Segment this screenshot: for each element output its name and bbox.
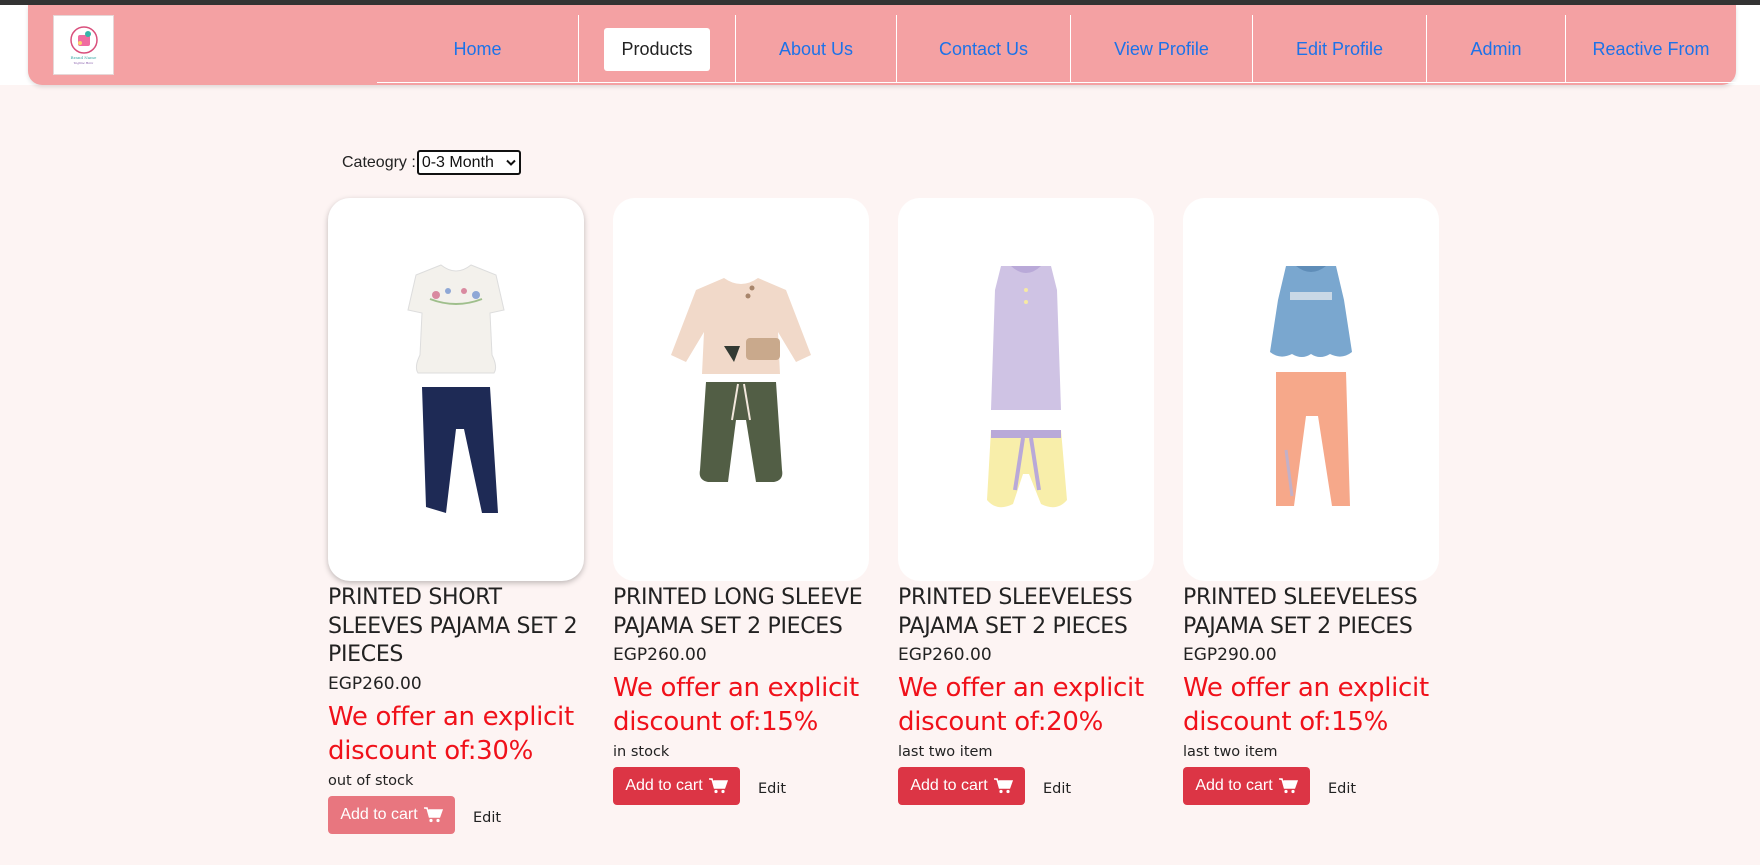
- edit-link[interactable]: Edit: [758, 781, 786, 797]
- product-image[interactable]: [1183, 198, 1439, 581]
- edit-link[interactable]: Edit: [1328, 781, 1356, 797]
- category-selected-value: 0-3 Month: [421, 153, 494, 171]
- product-actions: Add to cart Edit: [328, 795, 584, 834]
- cart-icon: [708, 778, 728, 794]
- nav-contact-us-label[interactable]: Contact Us: [939, 39, 1028, 60]
- category-filter: Cateogry : 0-3 Month: [342, 150, 521, 175]
- product-card: PRINTED LONG SLEEVE PAJAMA SET 2 PIECES …: [613, 198, 869, 805]
- product-title[interactable]: PRINTED SLEEVELESS PAJAMA SET 2 PIECES: [898, 584, 1154, 641]
- add-to-cart-button[interactable]: Add to cart: [1183, 767, 1310, 805]
- stock-status: last two item: [1183, 744, 1278, 760]
- nav-view-profile-label[interactable]: View Profile: [1114, 39, 1209, 60]
- product-title[interactable]: PRINTED SHORT SLEEVES PAJAMA SET 2 PIECE…: [328, 584, 584, 670]
- product-actions: Add to cart Edit: [613, 767, 869, 805]
- nav-home-label[interactable]: Home: [453, 39, 501, 60]
- product-title[interactable]: PRINTED SLEEVELESS PAJAMA SET 2 PIECES: [1183, 584, 1439, 641]
- nav-admin[interactable]: Admin: [1427, 15, 1566, 83]
- product-discount: We offer an explicit discount of:15%: [1183, 673, 1429, 737]
- brand-logo[interactable]: Brand Name Tagline Here: [53, 15, 114, 75]
- nav-admin-label[interactable]: Admin: [1470, 39, 1521, 60]
- product-image[interactable]: [898, 198, 1154, 581]
- category-select[interactable]: 0-3 Month: [416, 150, 521, 175]
- logo-tagline: Tagline Here: [73, 61, 94, 65]
- product-actions: Add to cart Edit: [1183, 767, 1439, 805]
- nav-reactive-form-label[interactable]: Reactive From: [1592, 39, 1709, 60]
- stock-status: in stock: [613, 744, 670, 760]
- pajama-set-image: [671, 277, 811, 482]
- nav-edit-profile[interactable]: Edit Profile: [1253, 15, 1427, 83]
- product-price: EGP290.00: [1183, 645, 1277, 665]
- product-title[interactable]: PRINTED LONG SLEEVE PAJAMA SET 2 PIECES: [613, 584, 869, 641]
- stock-status: out of stock: [328, 772, 414, 789]
- navbar: Brand Name Tagline Here Home Products Ab…: [28, 5, 1736, 85]
- nav-edit-profile-label[interactable]: Edit Profile: [1296, 39, 1383, 60]
- stock-status: last two item: [898, 744, 993, 760]
- cart-icon: [423, 806, 443, 822]
- product-discount: We offer an explicit discount of:30%: [328, 701, 574, 766]
- product-discount: We offer an explicit discount of:20%: [898, 673, 1144, 737]
- product-price: EGP260.00: [613, 645, 707, 665]
- add-to-cart-button[interactable]: Add to cart: [328, 795, 455, 834]
- chevron-down-icon: [506, 159, 516, 166]
- product-image[interactable]: [613, 198, 869, 581]
- pajama-set-image: [1270, 265, 1352, 506]
- add-to-cart-label: Add to cart: [340, 805, 418, 823]
- product-image[interactable]: [328, 198, 584, 581]
- add-to-cart-button[interactable]: Add to cart: [613, 767, 740, 805]
- pajama-set-image: [407, 263, 505, 513]
- nav-products-label[interactable]: Products: [604, 27, 710, 71]
- add-to-cart-label: Add to cart: [1195, 777, 1273, 794]
- logo-icon: [69, 26, 98, 54]
- nav-home[interactable]: Home: [377, 15, 579, 83]
- edit-link[interactable]: Edit: [1043, 781, 1071, 797]
- nav-menu: Home Products About Us Contact Us View P…: [377, 15, 1736, 83]
- nav-products[interactable]: Products: [579, 15, 736, 83]
- product-price: EGP260.00: [898, 645, 992, 665]
- cart-icon: [993, 778, 1013, 794]
- product-price: EGP260.00: [328, 673, 422, 694]
- nav-about-us-label[interactable]: About Us: [779, 39, 853, 60]
- edit-link[interactable]: Edit: [473, 810, 501, 826]
- nav-contact-us[interactable]: Contact Us: [897, 15, 1071, 83]
- nav-view-profile[interactable]: View Profile: [1071, 15, 1253, 83]
- add-to-cart-button[interactable]: Add to cart: [898, 767, 1025, 805]
- add-to-cart-label: Add to cart: [910, 777, 988, 794]
- nav-about-us[interactable]: About Us: [736, 15, 897, 83]
- add-to-cart-label: Add to cart: [625, 777, 703, 794]
- cart-icon: [1278, 778, 1298, 794]
- product-actions: Add to cart Edit: [898, 767, 1154, 805]
- product-card: PRINTED SLEEVELESS PAJAMA SET 2 PIECES E…: [1183, 198, 1439, 805]
- pajama-set-image: [987, 265, 1067, 507]
- product-card: PRINTED SLEEVELESS PAJAMA SET 2 PIECES E…: [898, 198, 1154, 805]
- product-discount: We offer an explicit discount of:15%: [613, 673, 859, 737]
- product-card: PRINTED SHORT SLEEVES PAJAMA SET 2 PIECE…: [328, 198, 584, 834]
- category-label: Cateogry :: [342, 153, 416, 171]
- nav-reactive-form[interactable]: Reactive From: [1566, 15, 1736, 83]
